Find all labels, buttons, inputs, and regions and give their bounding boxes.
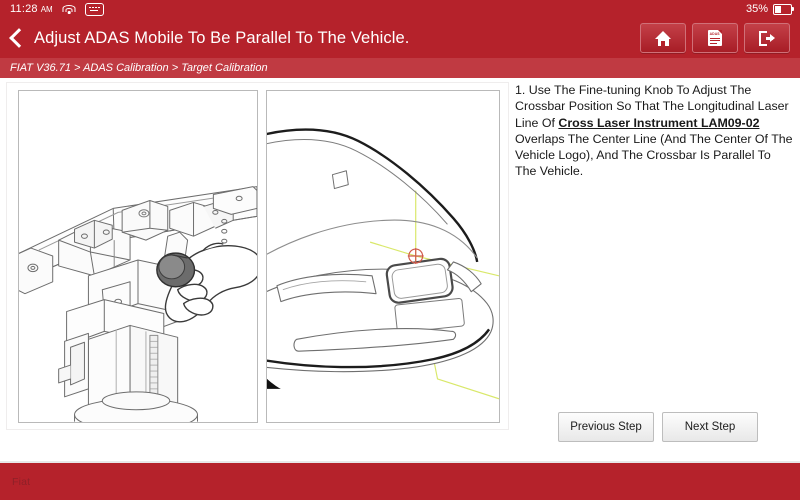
illustration-panel: [6, 82, 509, 430]
crossbar-knob-diagram: [18, 90, 258, 423]
exit-icon: [758, 30, 776, 46]
status-time-ampm: AM: [40, 4, 53, 14]
breadcrumb: FIAT V36.71 > ADAS Calibration > Target …: [10, 62, 268, 74]
battery-low-icon: [773, 3, 795, 15]
status-time: 11:28: [10, 3, 38, 15]
content-area: 1. Use The Fine-tuning Knob To Adjust Th…: [0, 78, 800, 461]
page-title: Adjust ADAS Mobile To Be Parallel To The…: [34, 28, 410, 47]
keyboard-icon: [84, 2, 104, 16]
exit-button[interactable]: [744, 23, 790, 53]
next-step-button[interactable]: Next Step: [662, 412, 758, 442]
previous-step-button[interactable]: Previous Step: [558, 412, 654, 442]
footer-brand: Fiat: [12, 476, 31, 488]
wifi-icon: [62, 4, 76, 14]
back-button[interactable]: [0, 18, 34, 58]
instruction-emphasis: Cross Laser Instrument LAM09-02: [558, 115, 760, 130]
vehicle-laser-alignment-diagram: [266, 90, 500, 423]
app-root: 11:28 AM 35% Adjust ADAS Mobile To Be Pa…: [0, 0, 800, 500]
document-adas-icon: ADAS: [708, 30, 722, 46]
instruction-text: 1. Use The Fine-tuning Knob To Adjust Th…: [515, 82, 795, 180]
home-icon: [654, 30, 672, 46]
chevron-left-icon: [9, 28, 29, 48]
footer-bar: Fiat: [0, 461, 800, 500]
instruction-tail: Overlaps The Center Line (And The Center…: [515, 131, 793, 179]
battery-percent: 35%: [745, 3, 768, 15]
report-button[interactable]: ADAS: [692, 23, 738, 53]
step-navigation: Previous Step Next Step: [0, 412, 800, 442]
header-actions: ADAS: [640, 23, 790, 53]
document-icon-label: ADAS: [709, 32, 720, 37]
status-bar: 11:28 AM 35%: [0, 0, 800, 18]
breadcrumb-bar: FIAT V36.71 > ADAS Calibration > Target …: [0, 58, 800, 78]
header-bar: Adjust ADAS Mobile To Be Parallel To The…: [0, 18, 800, 58]
home-button[interactable]: [640, 23, 686, 53]
